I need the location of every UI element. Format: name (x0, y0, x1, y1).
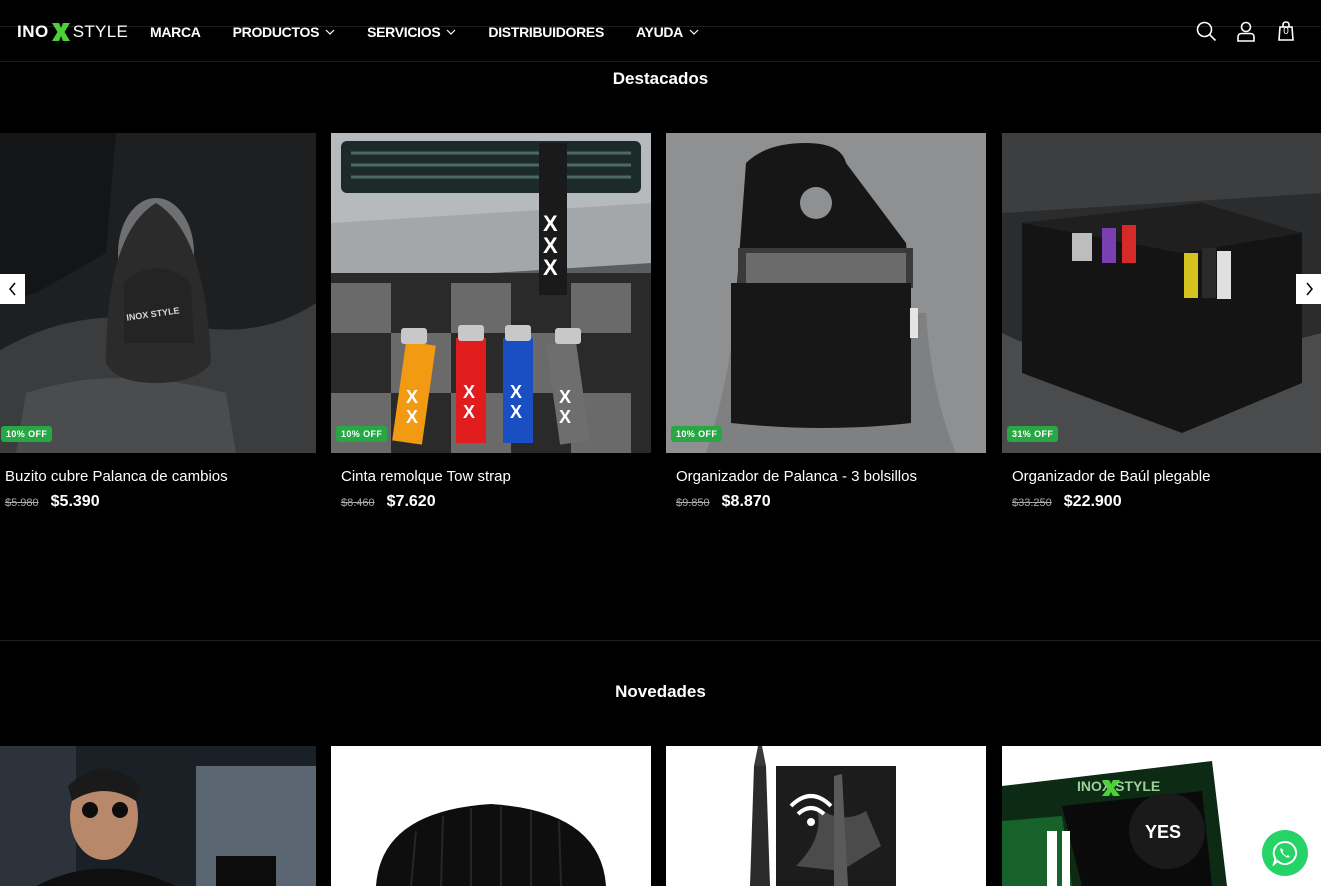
discount-badge: 10% OFF (671, 426, 723, 442)
product-card[interactable]: INOX STYLE 10% OFF Buzito cubre Palanca … (0, 133, 316, 511)
antenna-kit-image (666, 746, 986, 886)
product-card[interactable]: 31% OFF Organizador de Baúl plegable $33… (1002, 133, 1321, 511)
chevron-right-icon (1305, 282, 1313, 296)
product-name[interactable]: Organizador de Palanca - 3 bolsillos (666, 468, 986, 485)
svg-text:X: X (463, 402, 475, 422)
trunk-organizer-image (1002, 133, 1321, 453)
new-arrivals-title: Novedades (615, 682, 706, 701)
shifter-hoodie-image: INOX STYLE (0, 133, 316, 453)
search-icon[interactable] (1195, 20, 1217, 42)
discount-badge: 31% OFF (1007, 426, 1059, 442)
price: $22.900 (1063, 493, 1122, 510)
product-card[interactable]: 10% OFF Organizador de Palanca - 3 bolsi… (666, 133, 986, 511)
price: $7.620 (386, 493, 436, 510)
brand-logo[interactable]: INO STYLE (17, 19, 128, 45)
product-card[interactable] (331, 746, 651, 886)
carousel-next-button[interactable] (1296, 274, 1321, 304)
chevron-left-icon (8, 282, 16, 296)
product-image[interactable]: 10% OFF (666, 133, 986, 453)
product-card[interactable]: X X X XX XX XX XX 10% OFF Cinta remolque… (331, 133, 651, 511)
product-name[interactable]: Buzito cubre Palanca de cambios (0, 468, 316, 485)
old-price: $9.850 (676, 497, 710, 509)
product-prices: $9.850 $8.870 (666, 493, 986, 511)
logo-x-icon (51, 23, 70, 41)
user-icon[interactable] (1235, 20, 1257, 42)
svg-text:X: X (543, 211, 558, 236)
product-image[interactable]: 31% OFF (1002, 133, 1321, 453)
product-image[interactable] (331, 746, 651, 886)
nav-item-productos[interactable]: PRODUCTOS (233, 24, 336, 40)
whatsapp-icon (1272, 840, 1297, 866)
product-prices: $5.980 $5.390 (0, 493, 316, 511)
logo-text-style: STYLE (72, 22, 129, 41)
cart-button[interactable]: 0 (1275, 20, 1297, 42)
product-card[interactable] (666, 746, 986, 886)
product-image[interactable]: INOX STYLE 10% OFF (0, 133, 316, 453)
header-actions: 0 (1177, 20, 1297, 42)
product-card[interactable] (0, 746, 316, 886)
product-image[interactable] (0, 746, 316, 886)
old-price: $5.980 (5, 497, 39, 509)
main-nav: MARCA PRODUCTOS SERVICIOS DISTRIBUIDORES… (150, 24, 731, 40)
svg-text:X: X (406, 387, 418, 407)
price: $5.390 (50, 493, 100, 510)
discount-badge: 10% OFF (336, 426, 388, 442)
cart-count: 0 (1283, 26, 1289, 37)
nav-label: DISTRIBUIDORES (488, 24, 604, 40)
product-prices: $8.460 $7.620 (331, 493, 651, 511)
chevron-down-icon (689, 29, 699, 35)
svg-text:X: X (559, 387, 571, 407)
nav-label: PRODUCTOS (232, 24, 320, 40)
svg-text:YES: YES (1145, 822, 1181, 842)
product-image[interactable] (666, 746, 986, 886)
nav-label: AYUDA (636, 24, 683, 40)
svg-text:X: X (510, 382, 522, 402)
nav-item-servicios[interactable]: SERVICIOS (367, 24, 456, 40)
product-name[interactable]: Cinta remolque Tow strap (331, 468, 651, 485)
chevron-down-icon (446, 29, 456, 35)
site-header: INO STYLE MARCA PRODUCTOS SERVICIOS DIST… (0, 0, 1321, 62)
section-divider (0, 640, 1321, 641)
chevron-down-icon (325, 29, 335, 35)
whatsapp-button[interactable] (1262, 830, 1308, 876)
svg-text:X: X (510, 402, 522, 422)
product-image[interactable]: X X X XX XX XX XX 10% OFF (331, 133, 651, 453)
product-name[interactable]: Organizador de Baúl plegable (1002, 468, 1321, 485)
featured-title: Destacados (612, 69, 709, 88)
carousel-prev-button[interactable] (0, 274, 25, 304)
old-price: $33.250 (1012, 497, 1052, 509)
model-photo-image (0, 746, 316, 886)
beanie-image (331, 746, 651, 886)
tow-strap-image: X X X XX XX XX XX (331, 133, 651, 453)
discount-badge: 10% OFF (1, 426, 53, 442)
nav-label: SERVICIOS (367, 24, 441, 40)
svg-text:X: X (543, 255, 558, 280)
product-prices: $33.250 $22.900 (1002, 493, 1321, 511)
svg-text:X: X (559, 407, 571, 427)
price: $8.870 (721, 493, 771, 510)
nav-label: MARCA (150, 24, 201, 40)
nav-item-distribuidores[interactable]: DISTRIBUIDORES (488, 24, 604, 40)
old-price: $8.460 (341, 497, 375, 509)
logo-text-ino: INO (17, 22, 49, 41)
nav-item-ayuda[interactable]: AYUDA (636, 24, 699, 40)
svg-text:X: X (463, 382, 475, 402)
svg-text:X: X (406, 407, 418, 427)
nav-item-marca[interactable]: MARCA (150, 24, 201, 40)
organizer-image (666, 133, 986, 453)
